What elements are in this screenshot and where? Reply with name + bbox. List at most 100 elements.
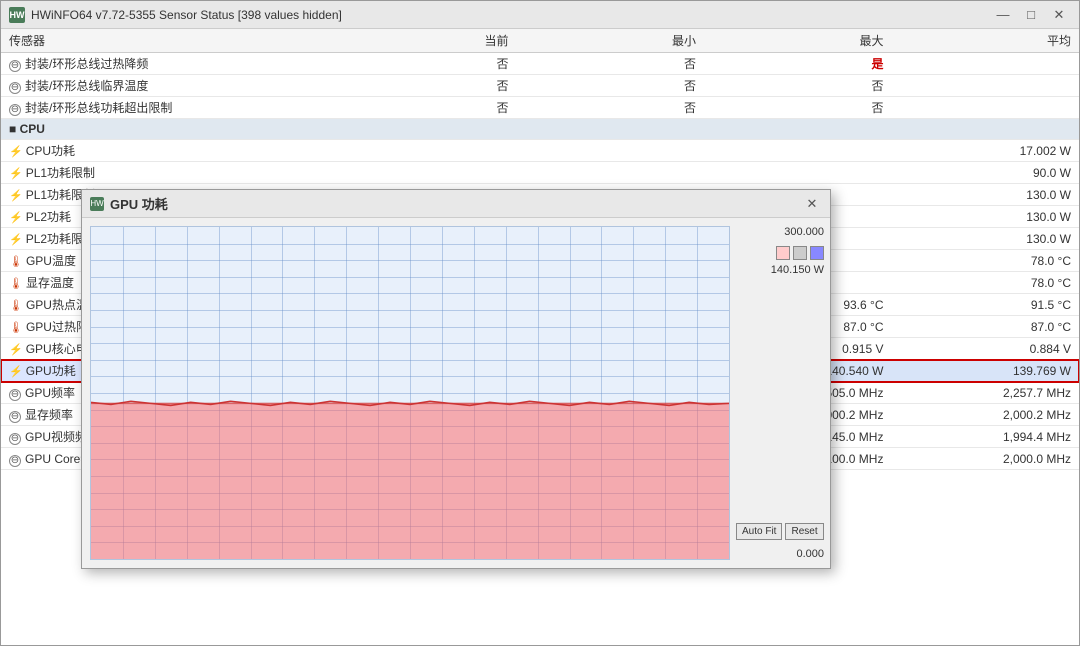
window-title: HWiNFO64 v7.72-5355 Sensor Status [398 v… <box>31 8 342 22</box>
minus-icon: ⊖ <box>9 411 21 423</box>
sensor-avg <box>891 75 1079 97</box>
sensor-avg: 130.0 W <box>891 228 1079 250</box>
minus-icon: ⊖ <box>9 433 21 445</box>
table-row[interactable]: ⊖封装/环形总线过热降频否否是 <box>1 53 1079 75</box>
modal-title-left: HW GPU 功耗 <box>90 194 168 213</box>
sensor-avg: 87.0 °C <box>891 316 1079 338</box>
sensor-max: 否 <box>704 75 891 97</box>
sensor-label: ⚡PL1功耗限制 <box>1 162 329 184</box>
section-label: ■ CPU <box>1 119 1079 140</box>
modal-sidebar: 300.000 140.150 W Auto Fit Reset <box>730 218 830 568</box>
thermometer-icon: 🌡 <box>9 321 23 334</box>
sensor-max: 否 <box>704 97 891 119</box>
sensor-avg: 1,994.4 MHz <box>891 426 1079 448</box>
sensor-avg: 90.0 W <box>891 162 1079 184</box>
thermometer-icon: 🌡 <box>9 255 23 268</box>
title-bar: HW HWiNFO64 v7.72-5355 Sensor Status [39… <box>1 1 1079 29</box>
header-sensor: 传感器 <box>1 29 329 53</box>
sensor-avg: 130.0 W <box>891 206 1079 228</box>
minus-icon: ⊖ <box>9 455 21 467</box>
bolt-icon: ⚡ <box>9 343 23 356</box>
sensor-avg: 91.5 °C <box>891 294 1079 316</box>
sensor-min: 否 <box>517 53 704 75</box>
sensor-avg: 130.0 W <box>891 184 1079 206</box>
swatch-pink[interactable] <box>776 246 790 260</box>
sensor-current <box>329 162 516 184</box>
header-min: 最小 <box>517 29 704 53</box>
app-icon: HW <box>9 7 25 23</box>
sensor-avg <box>891 53 1079 75</box>
sensor-avg: 78.0 °C <box>891 272 1079 294</box>
minimize-button[interactable]: — <box>991 5 1015 25</box>
sensor-label: ⊖封装/环形总线过热降频 <box>1 53 329 75</box>
minus-icon: ⊖ <box>9 104 21 116</box>
sensor-min: 否 <box>517 97 704 119</box>
sensor-min <box>517 140 704 162</box>
chart-min-value: 0.000 <box>736 548 824 560</box>
sidebar-buttons: Auto Fit Reset <box>736 523 824 540</box>
chart-mid-value: 140.150 W <box>736 264 824 276</box>
sensor-avg: 2,000.2 MHz <box>891 404 1079 426</box>
table-row[interactable]: ⊖封装/环形总线功耗超出限制否否否 <box>1 97 1079 119</box>
sensor-avg: 2,257.7 MHz <box>891 382 1079 404</box>
sensor-current: 否 <box>329 53 516 75</box>
title-bar-left: HW HWiNFO64 v7.72-5355 Sensor Status [39… <box>9 7 342 23</box>
sensor-avg: 0.884 V <box>891 338 1079 360</box>
swatch-gray[interactable] <box>793 246 807 260</box>
modal-close-button[interactable]: ✕ <box>802 195 822 213</box>
sensor-table-wrapper: 传感器 当前 最小 最大 平均 ⊖封装/环形总线过热降频否否是⊖封装/环形总线临… <box>1 29 1079 645</box>
title-buttons: — □ ✕ <box>991 5 1071 25</box>
main-window: HW HWiNFO64 v7.72-5355 Sensor Status [39… <box>0 0 1080 646</box>
sensor-min <box>517 162 704 184</box>
bolt-icon: ⚡ <box>9 365 23 378</box>
thermometer-icon: 🌡 <box>9 299 23 312</box>
sensor-max <box>704 162 891 184</box>
bolt-icon: ⚡ <box>9 145 23 158</box>
header-current: 当前 <box>329 29 516 53</box>
swatch-blue[interactable] <box>810 246 824 260</box>
maximize-button[interactable]: □ <box>1019 5 1043 25</box>
header-max: 最大 <box>704 29 891 53</box>
table-row[interactable]: ■ CPU <box>1 119 1079 140</box>
bolt-icon: ⚡ <box>9 167 23 180</box>
thermometer-icon: 🌡 <box>9 277 23 290</box>
modal-title-bar: HW GPU 功耗 ✕ <box>82 190 830 218</box>
chart-area <box>90 226 730 560</box>
modal-app-icon: HW <box>90 197 104 211</box>
modal-title: GPU 功耗 <box>110 194 168 213</box>
table-row[interactable]: ⚡CPU功耗 17.002 W <box>1 140 1079 162</box>
bolt-icon: ⚡ <box>9 211 23 224</box>
sensor-avg <box>891 97 1079 119</box>
table-row[interactable]: ⊖封装/环形总线临界温度否否否 <box>1 75 1079 97</box>
close-button[interactable]: ✕ <box>1047 5 1071 25</box>
bolt-icon: ⚡ <box>9 233 23 246</box>
minus-icon: ⊖ <box>9 389 21 401</box>
table-row[interactable]: ⚡PL1功耗限制 90.0 W <box>1 162 1079 184</box>
auto-fit-button[interactable]: Auto Fit <box>736 523 782 540</box>
header-avg: 平均 <box>891 29 1079 53</box>
minus-icon: ⊖ <box>9 82 21 94</box>
sensor-max: 是 <box>704 53 891 75</box>
bolt-icon: ⚡ <box>9 189 23 202</box>
sensor-avg: 78.0 °C <box>891 250 1079 272</box>
sensor-current: 否 <box>329 97 516 119</box>
sensor-label: ⊖封装/环形总线功耗超出限制 <box>1 97 329 119</box>
sensor-max <box>704 140 891 162</box>
sensor-avg: 139.769 W <box>891 360 1079 382</box>
sensor-current: 否 <box>329 75 516 97</box>
sensor-avg: 2,000.0 MHz <box>891 448 1079 470</box>
sensor-label: ⊖封装/环形总线临界温度 <box>1 75 329 97</box>
sensor-avg: 17.002 W <box>891 140 1079 162</box>
chart-max-value: 300.000 <box>736 226 824 238</box>
minus-icon: ⊖ <box>9 60 21 72</box>
color-swatches <box>736 246 824 260</box>
chart-line-svg <box>91 227 729 559</box>
sensor-label: ⚡CPU功耗 <box>1 140 329 162</box>
reset-button[interactable]: Reset <box>785 523 823 540</box>
gpu-power-modal: HW GPU 功耗 ✕ <box>81 189 831 569</box>
table-header-row: 传感器 当前 最小 最大 平均 <box>1 29 1079 53</box>
modal-body: 300.000 140.150 W Auto Fit Reset <box>82 218 830 568</box>
sidebar-spacer <box>736 280 824 511</box>
sensor-current <box>329 140 516 162</box>
sensor-min: 否 <box>517 75 704 97</box>
